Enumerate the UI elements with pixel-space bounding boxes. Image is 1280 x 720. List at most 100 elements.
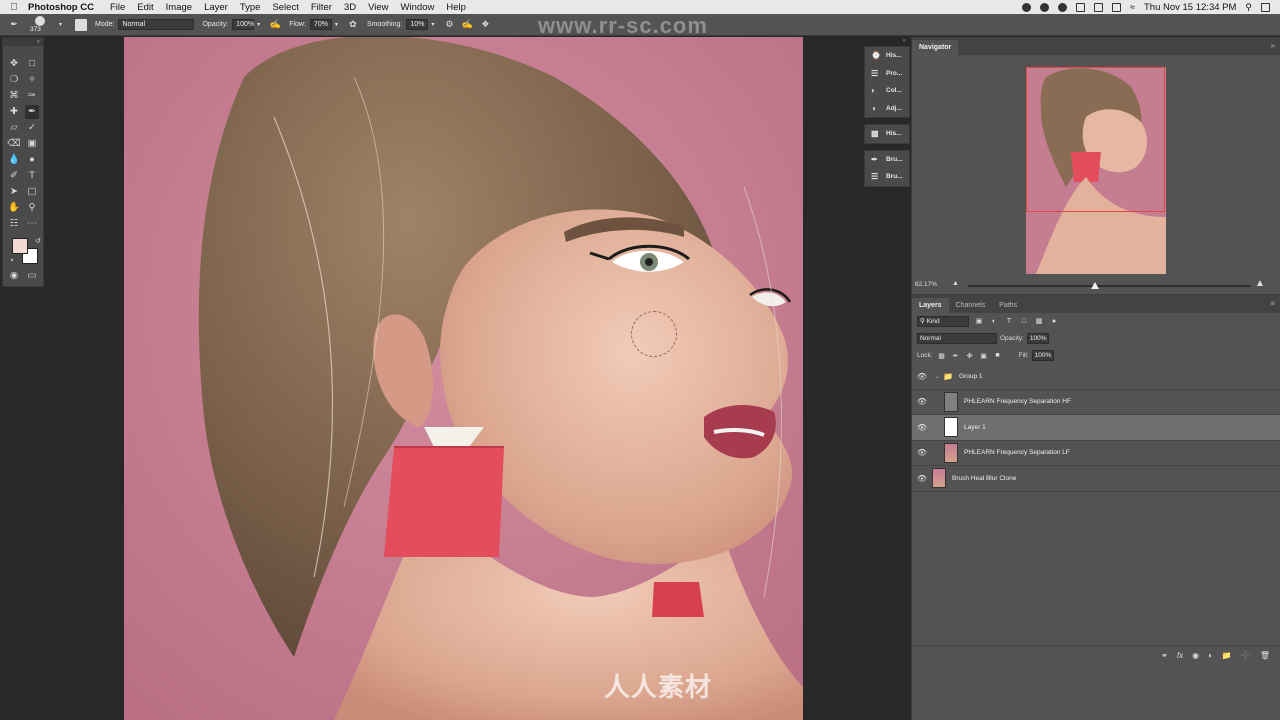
- flow-dropdown-icon[interactable]: ▾: [335, 21, 338, 28]
- pressure-size-icon[interactable]: ✍: [461, 19, 473, 31]
- menu-filter[interactable]: Filter: [311, 2, 332, 13]
- layer-name[interactable]: PHLEARN Frequency Separation LF: [964, 449, 1070, 456]
- spotlight-icon[interactable]: ⚲: [1245, 2, 1252, 13]
- creative-cloud-icon[interactable]: [1040, 2, 1050, 12]
- filter-shape-icon[interactable]: □: [1019, 317, 1029, 326]
- visibility-eye-icon[interactable]: 👁: [912, 474, 932, 483]
- layer-row-layer-1[interactable]: 👁 Layer 1: [912, 415, 1280, 441]
- edit-toolbar-icon[interactable]: ☷: [7, 217, 21, 231]
- layer-filter-kind[interactable]: ⚲ Kind: [917, 316, 969, 327]
- zoom-in-icon[interactable]: ▲: [1255, 278, 1265, 289]
- new-layer-icon[interactable]: ➕: [1241, 651, 1251, 660]
- more-tools-icon[interactable]: ⋯: [25, 217, 39, 231]
- menu-edit[interactable]: Edit: [137, 2, 153, 13]
- clock[interactable]: Thu Nov 15 12:34 PM: [1144, 2, 1236, 13]
- dock-color[interactable]: ◐ Col...: [865, 82, 909, 100]
- layer-opacity-field[interactable]: 100%: [1026, 333, 1049, 344]
- zoom-out-icon[interactable]: ▲: [952, 280, 959, 287]
- zoom-slider-knob[interactable]: [1091, 282, 1100, 289]
- filter-smart-object-icon[interactable]: ▩: [1034, 317, 1044, 326]
- tab-layers[interactable]: Layers: [912, 298, 949, 313]
- wifi-icon[interactable]: ≈: [1130, 2, 1135, 12]
- mode-select[interactable]: Normal: [118, 19, 195, 30]
- marquee-tool-icon[interactable]: □: [25, 57, 39, 71]
- add-mask-icon[interactable]: ◉: [1192, 651, 1199, 660]
- menu-type[interactable]: Type: [240, 2, 261, 13]
- new-group-icon[interactable]: 📁: [1222, 651, 1232, 660]
- filter-toggle-icon[interactable]: ●: [1049, 317, 1059, 326]
- navigator-zoom-value[interactable]: 62.17%: [915, 281, 937, 288]
- visibility-eye-icon[interactable]: 👁: [912, 423, 932, 432]
- layer-name[interactable]: PHLEARN Frequency Separation HF: [964, 398, 1071, 405]
- lock-artboard-icon[interactable]: ▣: [979, 352, 989, 360]
- layer-row-brush-heal[interactable]: 👁 Brush Heal Blur Clone: [912, 466, 1280, 492]
- notification-center-icon[interactable]: [1261, 2, 1270, 12]
- apple-icon[interactable]: : [0, 2, 28, 13]
- tab-channels[interactable]: Channels: [949, 298, 993, 313]
- document-image[interactable]: [124, 37, 803, 720]
- blend-mode-select[interactable]: Normal: [917, 333, 997, 344]
- layer-name[interactable]: Group 1: [959, 373, 983, 380]
- filter-type-icon[interactable]: T: [1004, 317, 1014, 326]
- default-colors-icon[interactable]: ▪: [5, 253, 19, 267]
- pen-tool-icon[interactable]: ✐: [7, 169, 21, 183]
- type-tool-icon[interactable]: T: [25, 169, 39, 183]
- display-icon[interactable]: [1094, 2, 1104, 12]
- clone-stamp-tool-icon[interactable]: ▱: [7, 121, 21, 135]
- dock-brushes[interactable]: ✒ Bru...: [865, 151, 909, 169]
- mail-icon[interactable]: [1076, 2, 1086, 12]
- brush-preset-picker[interactable]: 373: [28, 14, 56, 36]
- move-tool-icon[interactable]: ✥: [7, 57, 21, 71]
- chevron-down-icon[interactable]: ▾: [59, 21, 62, 28]
- collapse-dock-icon[interactable]: «: [864, 37, 910, 46]
- brush-tool-icon[interactable]: ✒: [8, 19, 20, 31]
- menu-file[interactable]: File: [110, 2, 125, 13]
- collapse-panel-icon[interactable]: »: [3, 38, 43, 46]
- crop-tool-icon[interactable]: ⌘: [7, 89, 21, 103]
- fill-field[interactable]: 100%: [1031, 350, 1054, 361]
- trash-icon[interactable]: 🗑: [1260, 651, 1270, 660]
- menu-help[interactable]: Help: [446, 2, 466, 13]
- layer-name[interactable]: Layer 1: [964, 424, 986, 431]
- layer-name[interactable]: Brush Heal Blur Clone: [952, 475, 1016, 482]
- navigator-thumbnail[interactable]: [1026, 67, 1166, 274]
- filter-pixel-icon[interactable]: ▣: [974, 317, 984, 326]
- link-layers-icon[interactable]: ⚭: [1161, 651, 1168, 660]
- gear-icon[interactable]: ⚙: [443, 19, 455, 31]
- lock-image-icon[interactable]: ✒: [951, 352, 961, 360]
- healing-brush-tool-icon[interactable]: ✚: [7, 105, 21, 119]
- smoothing-dropdown-icon[interactable]: ▾: [431, 21, 434, 28]
- dock-adjustments[interactable]: ◑ Adj...: [865, 100, 909, 118]
- eraser-tool-icon[interactable]: ⌫: [7, 137, 21, 151]
- group-expand-chevron-icon[interactable]: ⌄: [935, 373, 940, 380]
- record-icon[interactable]: [1058, 2, 1068, 12]
- quick-mask-icon[interactable]: ◉: [7, 269, 21, 283]
- symmetry-icon[interactable]: ❖: [479, 19, 491, 31]
- screen-mode-icon[interactable]: ▭: [25, 269, 39, 283]
- dodge-tool-icon[interactable]: ●: [25, 153, 39, 167]
- rectangle-tool-icon[interactable]: ▢: [25, 185, 39, 199]
- history-brush-tool-icon[interactable]: ✓: [25, 121, 39, 135]
- layer-row-group[interactable]: 👁 ⌄ 📁 Group 1: [912, 364, 1280, 390]
- tab-navigator[interactable]: Navigator: [912, 40, 959, 55]
- dock-history[interactable]: ⌚ His...: [865, 47, 909, 65]
- tab-paths[interactable]: Paths: [992, 298, 1024, 313]
- dock-brush-settings[interactable]: ☰ Bru...: [865, 168, 909, 186]
- visibility-eye-icon[interactable]: 👁: [912, 372, 932, 381]
- pressure-opacity-icon[interactable]: ✍: [269, 19, 281, 31]
- layers-panel-menu-icon[interactable]: ≡: [1270, 299, 1275, 308]
- document-canvas-area[interactable]: www.rr-sc.com 人人素材: [44, 13, 863, 720]
- hand-tool-icon[interactable]: ✋: [7, 201, 21, 215]
- visibility-eye-icon[interactable]: 👁: [912, 448, 932, 457]
- navigator-zoom-slider[interactable]: [968, 282, 1251, 289]
- airplay-icon[interactable]: [1112, 2, 1122, 12]
- layer-row-hf[interactable]: 👁 PHLEARN Frequency Separation HF: [912, 390, 1280, 415]
- zoom-tool-icon[interactable]: ⚲: [25, 201, 39, 215]
- opacity-dropdown-icon[interactable]: ▾: [257, 21, 260, 28]
- lock-transparent-icon[interactable]: ▦: [937, 352, 947, 360]
- quick-select-tool-icon[interactable]: ✧: [25, 73, 39, 87]
- menu-3d[interactable]: 3D: [344, 2, 356, 13]
- visibility-eye-icon[interactable]: 👁: [912, 397, 932, 406]
- gradient-tool-icon[interactable]: ▣: [25, 137, 39, 151]
- opacity-field[interactable]: 100%: [232, 19, 255, 30]
